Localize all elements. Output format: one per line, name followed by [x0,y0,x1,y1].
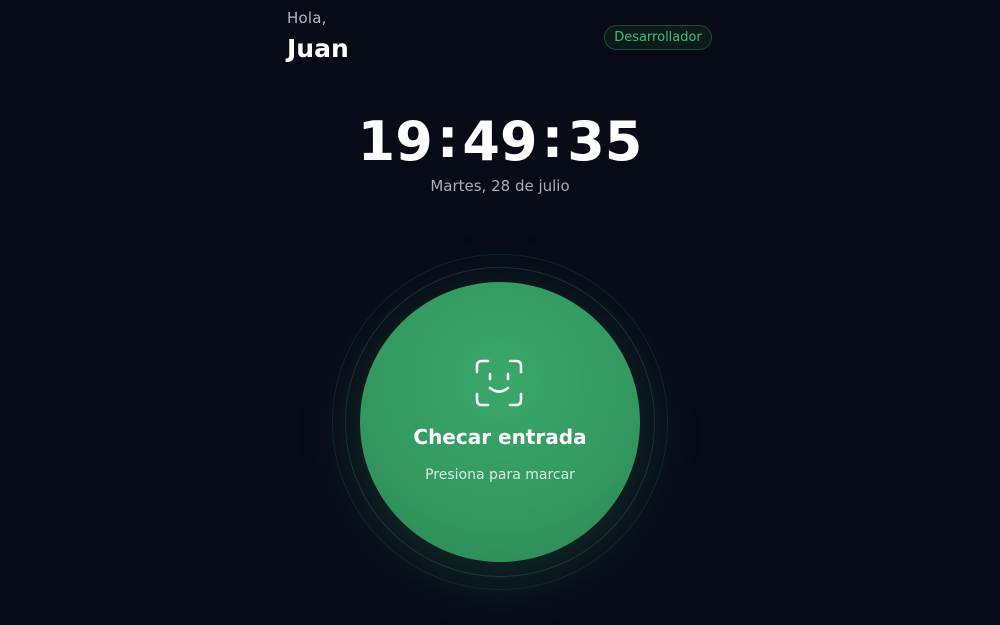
clock-display: 19:49:35 [0,107,1000,175]
clock-minutes: 49 [462,110,538,173]
clock-separator: : [541,107,564,170]
check-in-button[interactable]: Checar entrada Presiona para marcar [360,282,640,562]
clock-separator: : [436,107,459,170]
face-id-icon [475,359,523,407]
current-date: Martes, 28 de julio [430,177,570,195]
role-badge: Desarrollador [604,25,712,50]
clock-hours: 19 [357,110,433,173]
greeting-text: Hola, [287,9,327,27]
clock-seconds: 35 [567,110,643,173]
user-name: Juan [287,34,349,63]
check-in-sublabel: Presiona para marcar [425,467,575,483]
check-in-label: Checar entrada [413,425,587,449]
